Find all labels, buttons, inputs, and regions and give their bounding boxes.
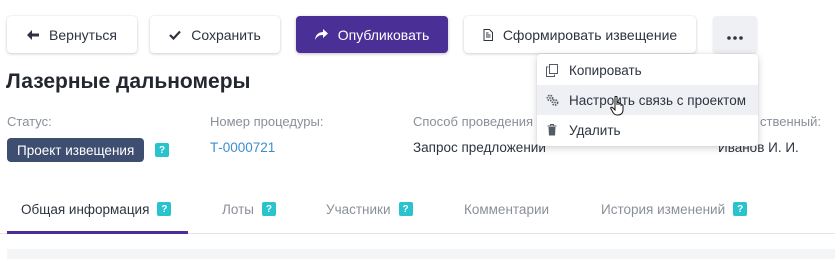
menu-item-label: Копировать xyxy=(569,62,642,78)
tab-label: Участники xyxy=(326,201,391,217)
menu-item-copy[interactable]: Копировать xyxy=(537,55,758,85)
menu-item-label: Удалить xyxy=(569,122,621,138)
method-value: Запрос предложений xyxy=(413,140,546,155)
tab-comments[interactable]: Комментарии xyxy=(464,185,549,233)
tab-general-info[interactable]: Общая информация ? xyxy=(21,185,172,233)
responsible-label: ственный: xyxy=(760,114,822,129)
active-tab-indicator xyxy=(7,231,188,234)
tab-label: Комментарии xyxy=(464,201,550,217)
tab-change-history[interactable]: История изменений ? xyxy=(601,185,748,233)
toolbar: Вернуться Сохранить Опубликовать Сформир… xyxy=(0,0,835,60)
page-title: Лазерные дальномеры xyxy=(6,70,251,93)
menu-item-label: Настроить связь с проектом xyxy=(569,92,746,108)
document-icon xyxy=(483,28,493,41)
generate-notice-button-label: Сформировать извещение xyxy=(502,26,678,43)
copy-icon xyxy=(545,63,559,77)
tab-lots[interactable]: Лоты ? xyxy=(222,185,276,233)
tab-label: Общая информация xyxy=(21,201,150,217)
hand-cursor-icon xyxy=(610,95,626,121)
checkmark-icon xyxy=(169,30,182,40)
trash-icon xyxy=(545,124,559,136)
publish-button-label: Опубликовать xyxy=(337,26,430,43)
help-icon[interactable]: ? xyxy=(157,202,172,216)
generate-notice-button[interactable]: Сформировать извещение xyxy=(464,16,696,53)
save-button-label: Сохранить xyxy=(191,26,261,43)
tab-bar: Общая информация ? Лоты ? Участники ? Ко… xyxy=(0,185,835,234)
menu-item-delete[interactable]: Удалить xyxy=(537,115,758,145)
method-label: Способ проведения xyxy=(413,114,534,129)
publish-button[interactable]: Опубликовать xyxy=(296,16,448,53)
tab-label: Лоты xyxy=(222,201,254,217)
back-button-label: Вернуться xyxy=(49,26,117,43)
help-icon[interactable]: ? xyxy=(733,202,748,216)
status-help-icon[interactable]: ? xyxy=(155,143,169,157)
content-area xyxy=(7,249,835,259)
save-button[interactable]: Сохранить xyxy=(150,16,280,53)
procedure-number-value: Т-0000721 xyxy=(210,140,276,155)
tab-label: История изменений xyxy=(601,201,726,217)
tab-participants[interactable]: Участники ? xyxy=(326,185,413,233)
ellipsis-icon xyxy=(727,27,743,43)
more-actions-menu: Копировать Настроить связь с проектом Уд… xyxy=(537,54,758,146)
status-label: Статус: xyxy=(7,114,52,129)
status-badge: Проект извещения xyxy=(7,138,145,162)
more-actions-button[interactable] xyxy=(713,16,757,53)
status-badge-text: Проект извещения xyxy=(17,142,135,158)
gears-icon xyxy=(545,94,559,106)
help-icon[interactable]: ? xyxy=(261,202,276,216)
procedure-number-label: Номер процедуры: xyxy=(210,114,324,129)
arrow-left-icon xyxy=(27,29,40,40)
share-arrow-icon xyxy=(314,29,328,40)
back-button[interactable]: Вернуться xyxy=(7,16,137,53)
help-icon[interactable]: ? xyxy=(398,202,413,216)
menu-item-configure-project-link[interactable]: Настроить связь с проектом xyxy=(537,85,758,115)
